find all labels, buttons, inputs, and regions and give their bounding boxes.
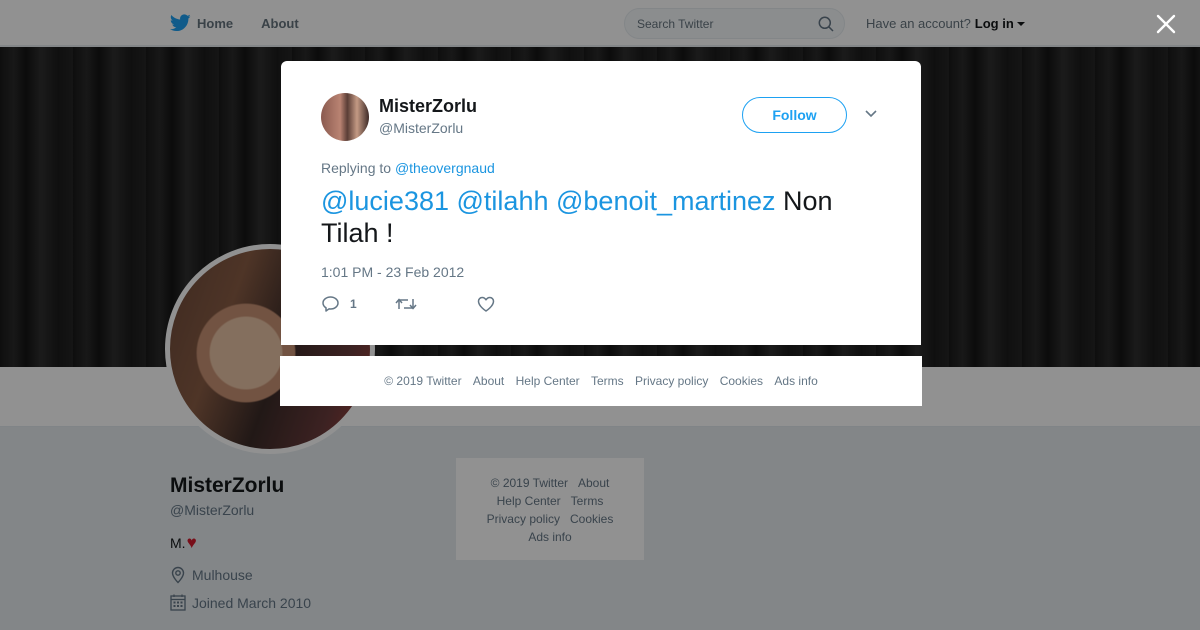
footer-cookies-link[interactable]: Cookies (720, 374, 763, 388)
mention-link[interactable]: @lucie381 (321, 186, 449, 216)
mention-link[interactable]: @tilahh (457, 186, 549, 216)
like-button[interactable] (477, 296, 495, 312)
tweet-actions: 1 (321, 295, 495, 313)
footer-about-link[interactable]: About (473, 374, 504, 388)
tweet-author-handle[interactable]: @MisterZorlu (379, 120, 463, 136)
retweet-icon (395, 298, 417, 310)
mention-link[interactable]: @benoit_martinez (556, 186, 776, 216)
footer-privacy-link[interactable]: Privacy policy (635, 374, 708, 388)
replying-to: Replying to @theovergnaud (321, 160, 495, 176)
tweet-timestamp[interactable]: 1:01 PM - 23 Feb 2012 (321, 264, 464, 280)
footer-terms-link[interactable]: Terms (591, 374, 624, 388)
tweet-author-avatar[interactable] (321, 93, 369, 141)
tweet-author-name[interactable]: MisterZorlu (379, 96, 477, 117)
chevron-down-icon[interactable] (864, 109, 878, 119)
footer-ads-link[interactable]: Ads info (774, 374, 817, 388)
reply-button[interactable]: 1 (321, 295, 357, 313)
tweet-text: @lucie381 @tilahh @benoit_martinez Non T… (321, 185, 881, 249)
modal-footer: © 2019 Twitter About Help Center Terms P… (280, 356, 922, 406)
reply-icon (322, 296, 339, 312)
footer-copyright: © 2019 Twitter (384, 374, 462, 388)
replying-to-link[interactable]: @theovergnaud (395, 160, 495, 176)
footer-help-link[interactable]: Help Center (516, 374, 580, 388)
reply-count: 1 (350, 297, 357, 311)
heart-outline-icon (477, 296, 494, 312)
retweet-button[interactable] (395, 296, 417, 312)
close-icon[interactable] (1154, 12, 1178, 36)
replying-prefix: Replying to (321, 160, 392, 176)
tweet-modal: MisterZorlu @MisterZorlu Follow Replying… (281, 61, 921, 345)
follow-button[interactable]: Follow (742, 97, 847, 133)
